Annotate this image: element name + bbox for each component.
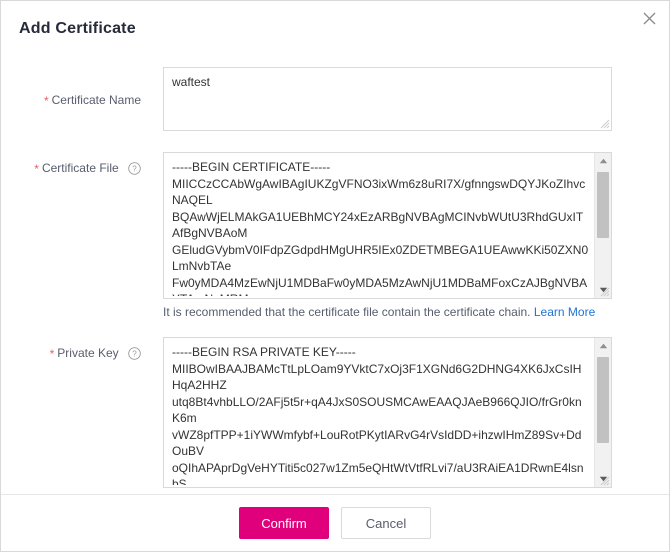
dialog-footer: Confirm Cancel	[1, 494, 669, 551]
certificate-file-scrollbar[interactable]	[594, 153, 611, 298]
certificate-file-hint: It is recommended that the certificate f…	[163, 305, 595, 319]
dialog-header: Add Certificate	[1, 1, 669, 53]
private-key-scrollbar[interactable]	[594, 338, 611, 487]
certificate-name-input[interactable]: waftest	[163, 67, 612, 131]
certificate-name-label: * Certificate Name	[1, 93, 141, 108]
caret-up-icon[interactable]	[595, 338, 611, 354]
certificate-name-value: waftest	[172, 75, 211, 89]
private-key-label: * Private Key ?	[1, 346, 141, 361]
caret-up-icon[interactable]	[595, 153, 611, 169]
required-asterisk: *	[49, 347, 55, 361]
svg-text:?: ?	[132, 165, 137, 174]
caret-down-icon[interactable]	[595, 282, 611, 298]
certificate-file-scroll-thumb[interactable]	[597, 172, 609, 238]
question-mark-icon[interactable]: ?	[128, 162, 141, 176]
question-mark-icon[interactable]: ?	[128, 347, 141, 361]
certificate-file-hint-text: It is recommended that the certificate f…	[163, 305, 531, 319]
private-key-scroll-thumb[interactable]	[597, 357, 609, 443]
close-icon[interactable]	[638, 7, 660, 29]
page-title: Add Certificate	[19, 20, 136, 37]
required-asterisk: *	[34, 162, 39, 176]
confirm-button[interactable]: Confirm	[239, 507, 329, 539]
svg-text:?: ?	[132, 350, 137, 359]
certificate-file-label-text: Certificate File	[41, 161, 119, 175]
caret-down-icon[interactable]	[595, 471, 611, 487]
required-asterisk: *	[43, 94, 49, 108]
cancel-button[interactable]: Cancel	[341, 507, 431, 539]
learn-more-link[interactable]: Learn More	[534, 305, 595, 319]
certificate-name-label-text: Certificate Name	[51, 93, 141, 107]
private-key-value: -----BEGIN RSA PRIVATE KEY----- MIIBOwIB…	[172, 345, 584, 485]
certificate-file-label: * Certificate File ?	[1, 161, 141, 176]
add-certificate-dialog: Add Certificate * Certificate Name waftes…	[0, 0, 670, 552]
private-key-label-text: Private Key	[57, 346, 119, 360]
certificate-file-value: -----BEGIN CERTIFICATE----- MIICCzCCAbWg…	[172, 160, 589, 296]
private-key-input[interactable]: -----BEGIN RSA PRIVATE KEY----- MIIBOwIB…	[163, 337, 612, 488]
certificate-file-input[interactable]: -----BEGIN CERTIFICATE----- MIICCzCCAbWg…	[163, 152, 612, 299]
